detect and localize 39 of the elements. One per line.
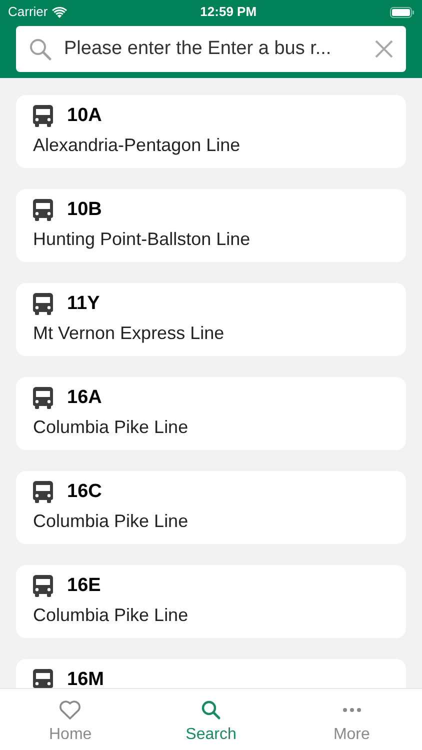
bus-icon: [33, 669, 53, 688]
search-input[interactable]: Please enter the Enter a bus r...: [64, 34, 362, 64]
more-icon: [342, 707, 362, 713]
bus-icon: [33, 575, 53, 597]
route-name: Mt Vernon Express Line: [33, 322, 226, 345]
route-number: 16E: [67, 574, 101, 598]
route-number: 10B: [67, 198, 102, 222]
clock-time: 12:59 PM: [200, 3, 257, 22]
route-name: Alexandria-Pentagon Line: [33, 134, 242, 157]
route-card[interactable]: 11Y Mt Vernon Express Line: [16, 283, 406, 356]
route-number: 11Y: [67, 292, 100, 316]
route-card[interactable]: 16E Columbia Pike Line: [16, 565, 406, 638]
route-number: 16A: [67, 386, 102, 410]
wifi-icon: [52, 6, 67, 18]
clear-icon[interactable]: [374, 39, 394, 59]
search-icon: [201, 700, 221, 720]
carrier-label: Carrier: [8, 3, 48, 22]
bus-icon: [33, 199, 53, 221]
route-name: Columbia Pike Line: [33, 510, 190, 533]
route-card[interactable]: 10A Alexandria-Pentagon Line: [16, 95, 406, 168]
route-card[interactable]: 16M: [16, 659, 406, 688]
route-name: Columbia Pike Line: [33, 416, 190, 439]
bus-icon: [33, 105, 53, 127]
route-number: 16M: [67, 668, 104, 688]
heart-icon: [59, 700, 82, 720]
battery-icon: [390, 6, 414, 18]
route-card[interactable]: 16C Columbia Pike Line: [16, 471, 406, 544]
search-bar[interactable]: Please enter the Enter a bus r...: [16, 26, 406, 72]
route-name: Columbia Pike Line: [33, 604, 190, 627]
route-number: 16C: [67, 480, 102, 504]
tab-button[interactable]: Search: [140, 689, 282, 750]
bus-icon: [33, 293, 53, 315]
route-name: Hunting Point-Ballston Line: [33, 228, 252, 251]
route-number: 10A: [67, 104, 102, 128]
route-card[interactable]: 10B Hunting Point-Ballston Line: [16, 189, 406, 262]
bus-icon: [33, 481, 53, 503]
route-card[interactable]: 16A Columbia Pike Line: [16, 377, 406, 450]
bus-icon: [33, 387, 53, 409]
search-icon: [28, 37, 52, 61]
